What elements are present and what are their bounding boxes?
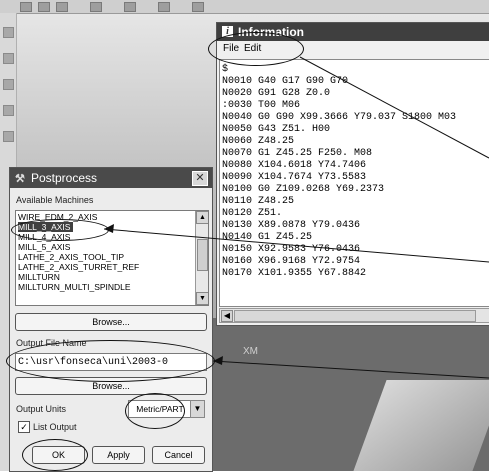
annotation-line xyxy=(299,56,489,159)
annotation-arrowhead xyxy=(213,356,223,365)
annotation-line xyxy=(212,360,489,379)
annotation-arrowhead xyxy=(104,224,114,233)
annotation-lines xyxy=(103,56,489,379)
annotation-line xyxy=(103,228,489,263)
